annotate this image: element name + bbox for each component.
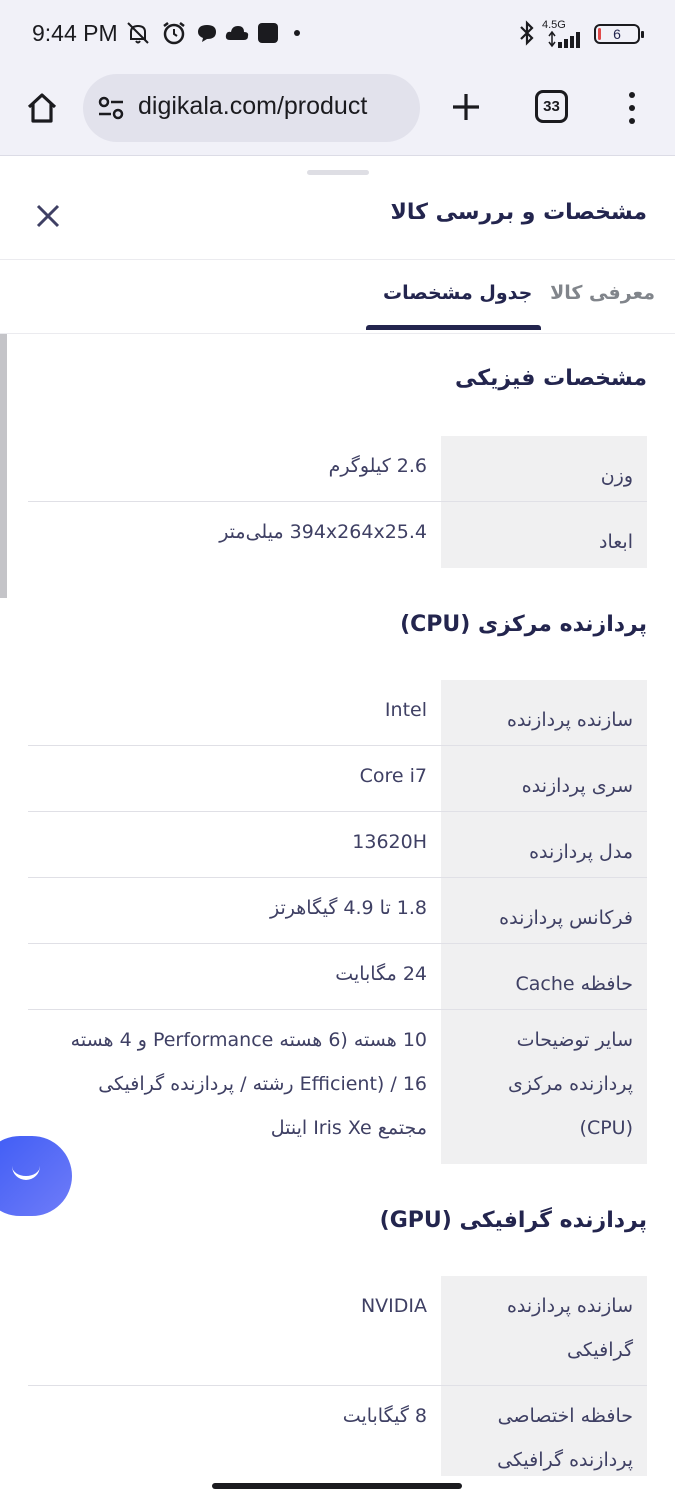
spec-key: سایر توضیحات پردازنده مرکزی (CPU) [441, 1010, 647, 1164]
plus-icon [453, 94, 479, 120]
site-settings-icon[interactable] [97, 94, 125, 122]
spec-row: سازنده پردازنده Intel [28, 680, 647, 746]
tab-intro[interactable]: معرفی کالا [550, 282, 655, 304]
signal-icon [548, 26, 586, 52]
spec-key-line: پردازنده گرافیکی [497, 1449, 633, 1471]
sheet-header: مشخصات و بررسی کالا [0, 176, 675, 260]
tab-switcher-button[interactable]: 33 [535, 90, 568, 123]
notifications-off-icon [124, 20, 152, 46]
tab-specs[interactable]: جدول مشخصات [383, 282, 532, 304]
spec-value-line: 10 هسته (6 هسته Performance و 4 هسته [70, 1029, 427, 1051]
spec-row: حافظه اختصاصی پردازنده گرافیکی 8 گیگابای… [28, 1386, 647, 1476]
app-notification-icon [256, 20, 280, 46]
spec-value-line: Efficient) / 16 رشته / پردازنده گرافیکی [98, 1073, 427, 1095]
spec-row: ابعاد 394x264x25.4 میلی‌متر [28, 502, 647, 568]
spec-value: NVIDIA [360, 1295, 427, 1317]
spec-key-line: حافظه اختصاصی [497, 1405, 633, 1427]
sheet-tabs: معرفی کالا جدول مشخصات [0, 260, 675, 334]
spec-key-line: گرافیکی [567, 1339, 633, 1361]
spec-value: 2.6 کیلوگرم [328, 455, 427, 477]
spec-key: سازنده پردازنده [441, 680, 647, 745]
section-title-gpu: پردازنده گرافیکی (GPU) [379, 1208, 647, 1233]
spec-key: فرکانس پردازنده [441, 878, 647, 943]
address-bar[interactable]: digikala.com/product [83, 74, 420, 142]
battery-fill [598, 28, 601, 40]
spec-value: 1.8 تا 4.9 گیگاهرتز [270, 897, 427, 919]
chat-button[interactable] [0, 1136, 72, 1216]
section-title-physical: مشخصات فیزیکی [455, 366, 647, 391]
status-time: 9:44 PM [32, 20, 118, 46]
new-tab-button[interactable] [445, 86, 487, 128]
spec-key: سازنده پردازنده گرافیکی [441, 1276, 647, 1385]
spec-value: 24 مگابایت [335, 963, 427, 985]
gesture-nav-bar[interactable] [212, 1483, 462, 1489]
spec-row: فرکانس پردازنده 1.8 تا 4.9 گیگاهرتز [28, 878, 647, 944]
battery-level: 6 [613, 26, 621, 42]
spec-key-line: سایر توضیحات [516, 1029, 633, 1051]
status-bar: 9:44 PM 4.5G 6 [0, 0, 675, 68]
alarm-icon [160, 20, 188, 46]
url-text[interactable]: digikala.com/product [138, 92, 367, 121]
spec-value: 10 هسته (6 هسته Performance و 4 هسته Eff… [28, 1010, 427, 1150]
spec-row: وزن 2.6 کیلوگرم [28, 436, 647, 502]
home-icon [27, 93, 57, 123]
home-button[interactable] [20, 86, 64, 130]
spec-row: سری پردازنده Core i7 [28, 746, 647, 812]
close-icon[interactable] [34, 202, 62, 230]
scrollbar[interactable] [0, 334, 7, 598]
sheet-drag-handle[interactable] [307, 170, 369, 175]
spec-key: مدل پردازنده [441, 812, 647, 877]
spec-key: حافظه اختصاصی پردازنده گرافیکی [441, 1386, 647, 1476]
browser-toolbar: digikala.com/product 33 [0, 68, 675, 156]
chat-bubble-icon [194, 20, 220, 46]
spec-row: مدل پردازنده 13620H [28, 812, 647, 878]
spec-value: Core i7 [359, 765, 427, 787]
spec-key: سری پردازنده [441, 746, 647, 811]
spec-key-line: سازنده پردازنده [506, 1295, 633, 1317]
battery-icon: 6 [594, 24, 644, 44]
active-tab-indicator [366, 325, 541, 330]
spec-value-line: مجتمع Iris Xe اینتل [270, 1117, 427, 1139]
spec-row: سایر توضیحات پردازنده مرکزی (CPU) 10 هست… [28, 1010, 647, 1164]
spec-value: 394x264x25.4 میلی‌متر [219, 521, 427, 543]
section-title-cpu: پردازنده مرکزی (CPU) [400, 612, 647, 637]
more-notifications-dot-icon [292, 20, 302, 46]
more-vert-icon[interactable] [620, 88, 644, 128]
spec-value: Intel [384, 699, 427, 721]
spec-row: سازنده پردازنده گرافیکی NVIDIA [28, 1276, 647, 1386]
bluetooth-icon [516, 20, 538, 46]
spec-key-line: پردازنده مرکزی [507, 1073, 633, 1095]
spec-key: حافظه Cache [441, 944, 647, 1009]
chat-smile-icon [12, 1166, 40, 1180]
spec-key: وزن [441, 436, 647, 501]
spec-value: 13620H [352, 831, 427, 853]
spec-value: 8 گیگابایت [342, 1405, 427, 1427]
spec-row: حافظه Cache 24 مگابایت [28, 944, 647, 1010]
cloud-icon [224, 20, 250, 46]
spec-key: ابعاد [441, 502, 647, 568]
spec-key-line: (CPU) [579, 1117, 633, 1139]
sheet-title: مشخصات و بررسی کالا [390, 200, 647, 225]
